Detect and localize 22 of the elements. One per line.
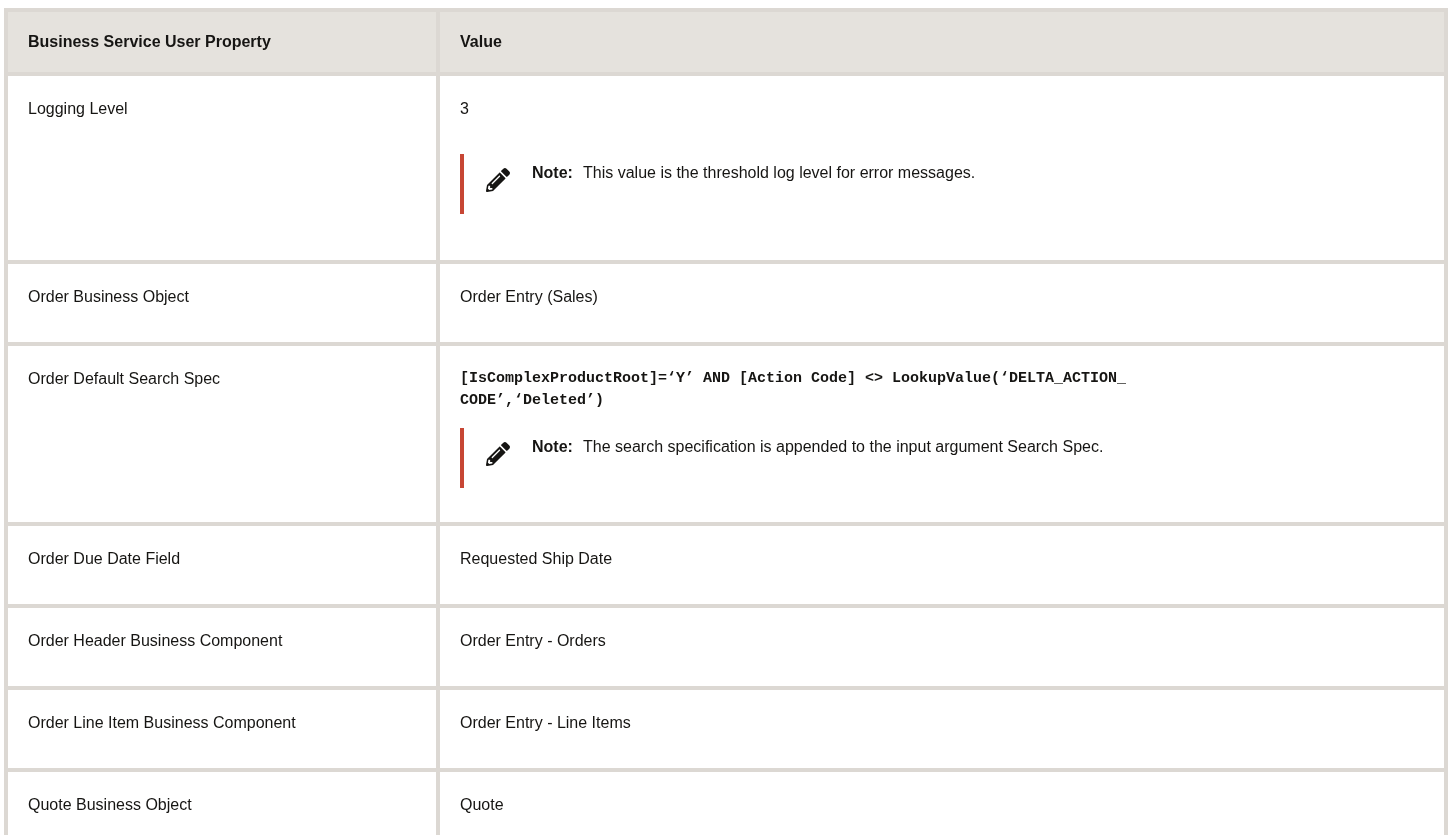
value-text: Quote xyxy=(460,795,505,815)
property-cell: Order Header Business Component xyxy=(6,606,438,688)
value-text: Requested Ship Date xyxy=(460,549,614,569)
value-text: Order Entry - Orders xyxy=(460,631,607,651)
pencil-icon xyxy=(486,442,510,466)
note-bar xyxy=(460,428,464,488)
property-cell: Logging Level xyxy=(6,74,438,262)
column-header: Business Service User Property xyxy=(6,10,438,74)
code-value: [IsComplexProductRoot]=‘Y’ AND [Action Code] <> LookupValue(‘DELTA_ACTION_ CODE’,‘Deleted’) xyxy=(460,369,1128,411)
property-cell: Order Due Date Field xyxy=(6,524,438,606)
value-text: Order Entry - Line Items xyxy=(460,713,632,733)
property-cell: Order Default Search Spec xyxy=(6,344,438,524)
note-bar xyxy=(460,154,464,214)
note-text: Note: The search specification is appended to the input argument Search Spec. xyxy=(532,437,1104,457)
property-cell: Order Line Item Business Component xyxy=(6,688,438,770)
pencil-icon xyxy=(486,168,510,192)
column-header: Value xyxy=(438,10,1446,74)
property-cell: Order Business Object xyxy=(6,262,438,344)
value-text: Order Entry (Sales) xyxy=(460,287,599,307)
note-text: Note: This value is the threshold log level for error messages. xyxy=(532,163,976,183)
value-text: 3 xyxy=(460,99,470,119)
property-cell: Quote Business Object xyxy=(6,770,438,835)
